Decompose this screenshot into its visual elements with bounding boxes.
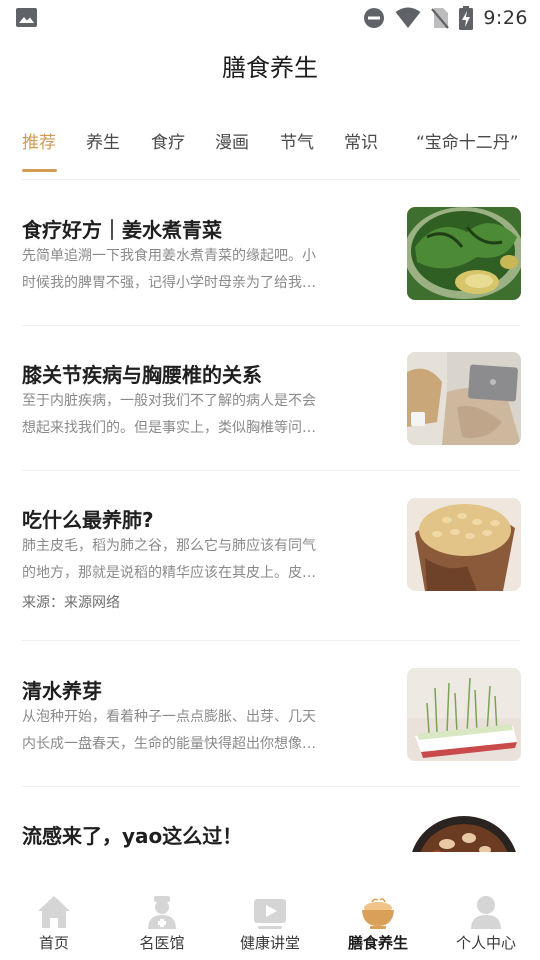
article-card[interactable]: 食疗好方｜姜水煮青菜 先简单追溯一下我食用姜水煮青菜的缘起吧。小 时候我的脾胃不…: [22, 180, 521, 326]
article-card[interactable]: 吃什么最养肺? 肺主皮毛，稻为肺之谷，那么它与肺应该有同气 的地方，那就是说稻的…: [22, 471, 521, 641]
article-summary-line: 先简单追溯一下我食用姜水煮青菜的缘起吧。小: [22, 248, 316, 264]
article-card[interactable]: 流感来了，yao这么过！: [22, 787, 521, 852]
article-thumbnail: [407, 668, 521, 761]
article-source: 来源：来源网络: [22, 595, 120, 611]
battery-charging-icon: [459, 6, 474, 30]
laptop-on-sofa-photo: [407, 352, 521, 445]
article-title: 吃什么最养肺?: [22, 508, 154, 532]
no-sim-icon: [431, 8, 450, 29]
nav-diet-wellness-label: 膳食养生: [347, 934, 408, 952]
page-title: 膳食养生: [222, 54, 318, 82]
bowl-icon: [362, 898, 394, 929]
article-title: 食疗好方｜姜水煮青菜: [22, 218, 222, 242]
article-summary: 至于内脏疾病，一般对我们不了解的病人是不会 想起来找我们的。但是事实上，类似胸椎…: [22, 388, 338, 442]
article-summary-line: 肺主皮毛，稻为肺之谷，那么它与肺应该有同气: [22, 538, 316, 554]
article-thumbnail: [407, 814, 521, 852]
article-thumbnail: [407, 352, 521, 445]
status-bar: 9:26: [0, 0, 540, 36]
stew-bowl-photo: [407, 814, 521, 852]
nav-health-lectures[interactable]: 健康讲堂: [216, 880, 324, 960]
tab-comics[interactable]: 漫画: [215, 128, 249, 153]
nav-home-label: 首页: [38, 934, 69, 952]
boiled-greens-ginger-photo: [407, 207, 521, 300]
article-thumbnail: [407, 207, 521, 300]
nav-doctors[interactable]: 名医馆: [108, 880, 216, 960]
bottom-nav: 首页 名医馆 健康讲堂 膳食养生 个人中心: [0, 880, 540, 960]
tab-solar-terms[interactable]: 节气: [280, 128, 314, 153]
nav-home[interactable]: 首页: [0, 880, 108, 960]
nav-health-lectures-label: 健康讲堂: [239, 934, 300, 952]
article-summary-line: 想起来找我们的。但是事实上，类似胸椎等问…: [22, 420, 316, 436]
article-summary-line: 至于内脏疾病，一般对我们不了解的病人是不会: [22, 393, 316, 409]
article-summary: 从泡种开始，看着种子一点点膨胀、出芽、几天 内长成一盘春天，生命的能量快得超出你…: [22, 704, 338, 758]
person-icon: [471, 896, 501, 929]
article-list[interactable]: 食疗好方｜姜水煮青菜 先简单追溯一下我食用姜水煮青菜的缘起吧。小 时候我的脾胃不…: [0, 180, 540, 852]
active-tab-indicator: [22, 169, 57, 172]
tab-twelve-elixirs[interactable]: “宝命十二丹”: [416, 128, 519, 153]
sprouts-tray-photo: [407, 668, 521, 761]
clock: 9:26: [483, 7, 528, 29]
wifi-icon: [395, 7, 421, 28]
article-card[interactable]: 清水养芽 从泡种开始，看着种子一点点膨胀、出芽、几天 内长成一盘春天，生命的能量…: [22, 641, 521, 787]
article-thumbnail: [407, 498, 521, 591]
article-summary-line: 内长成一盘春天，生命的能量快得超出你想像…: [22, 736, 316, 752]
video-play-icon: [254, 899, 286, 929]
article-title: 清水养芽: [22, 679, 102, 703]
tab-wellness[interactable]: 养生: [86, 128, 120, 153]
gallery-icon: [16, 8, 37, 27]
nav-doctors-label: 名医馆: [139, 934, 185, 952]
do-not-disturb-icon: [364, 8, 385, 28]
rice-grains-photo: [407, 498, 521, 591]
tab-knowledge[interactable]: 常识: [344, 128, 378, 153]
nav-profile-label: 个人中心: [455, 934, 516, 952]
tab-diet-therapy[interactable]: 食疗: [151, 128, 185, 153]
article-summary-line: 时候我的脾胃不强，记得小学时母亲为了给我…: [22, 275, 316, 291]
doctor-icon: [148, 896, 176, 929]
nav-profile[interactable]: 个人中心: [432, 880, 540, 960]
article-summary-line: 的地方，那就是说稻的精华应该在其皮上。皮…: [22, 565, 316, 581]
article-summary: 先简单追溯一下我食用姜水煮青菜的缘起吧。小 时候我的脾胃不强，记得小学时母亲为了…: [22, 243, 338, 297]
article-card[interactable]: 膝关节疾病与胸腰椎的关系 至于内脏疾病，一般对我们不了解的病人是不会 想起来找我…: [22, 326, 521, 471]
status-icons: 9:26: [363, 4, 528, 32]
article-summary: 肺主皮毛，稻为肺之谷，那么它与肺应该有同气 的地方，那就是说稻的精华应该在其皮上…: [22, 533, 338, 587]
article-summary-line: 从泡种开始，看着种子一点点膨胀、出芽、几天: [22, 709, 316, 725]
nav-diet-wellness[interactable]: 膳食养生: [324, 880, 432, 960]
article-title: 膝关节疾病与胸腰椎的关系: [22, 363, 262, 387]
tab-recommend[interactable]: 推荐: [22, 128, 56, 153]
article-title: 流感来了，yao这么过！: [22, 824, 243, 848]
category-tabs: 推荐 养生 食疗 漫画 节气 常识 “宝命十二丹”: [0, 112, 540, 174]
home-icon: [38, 896, 70, 928]
